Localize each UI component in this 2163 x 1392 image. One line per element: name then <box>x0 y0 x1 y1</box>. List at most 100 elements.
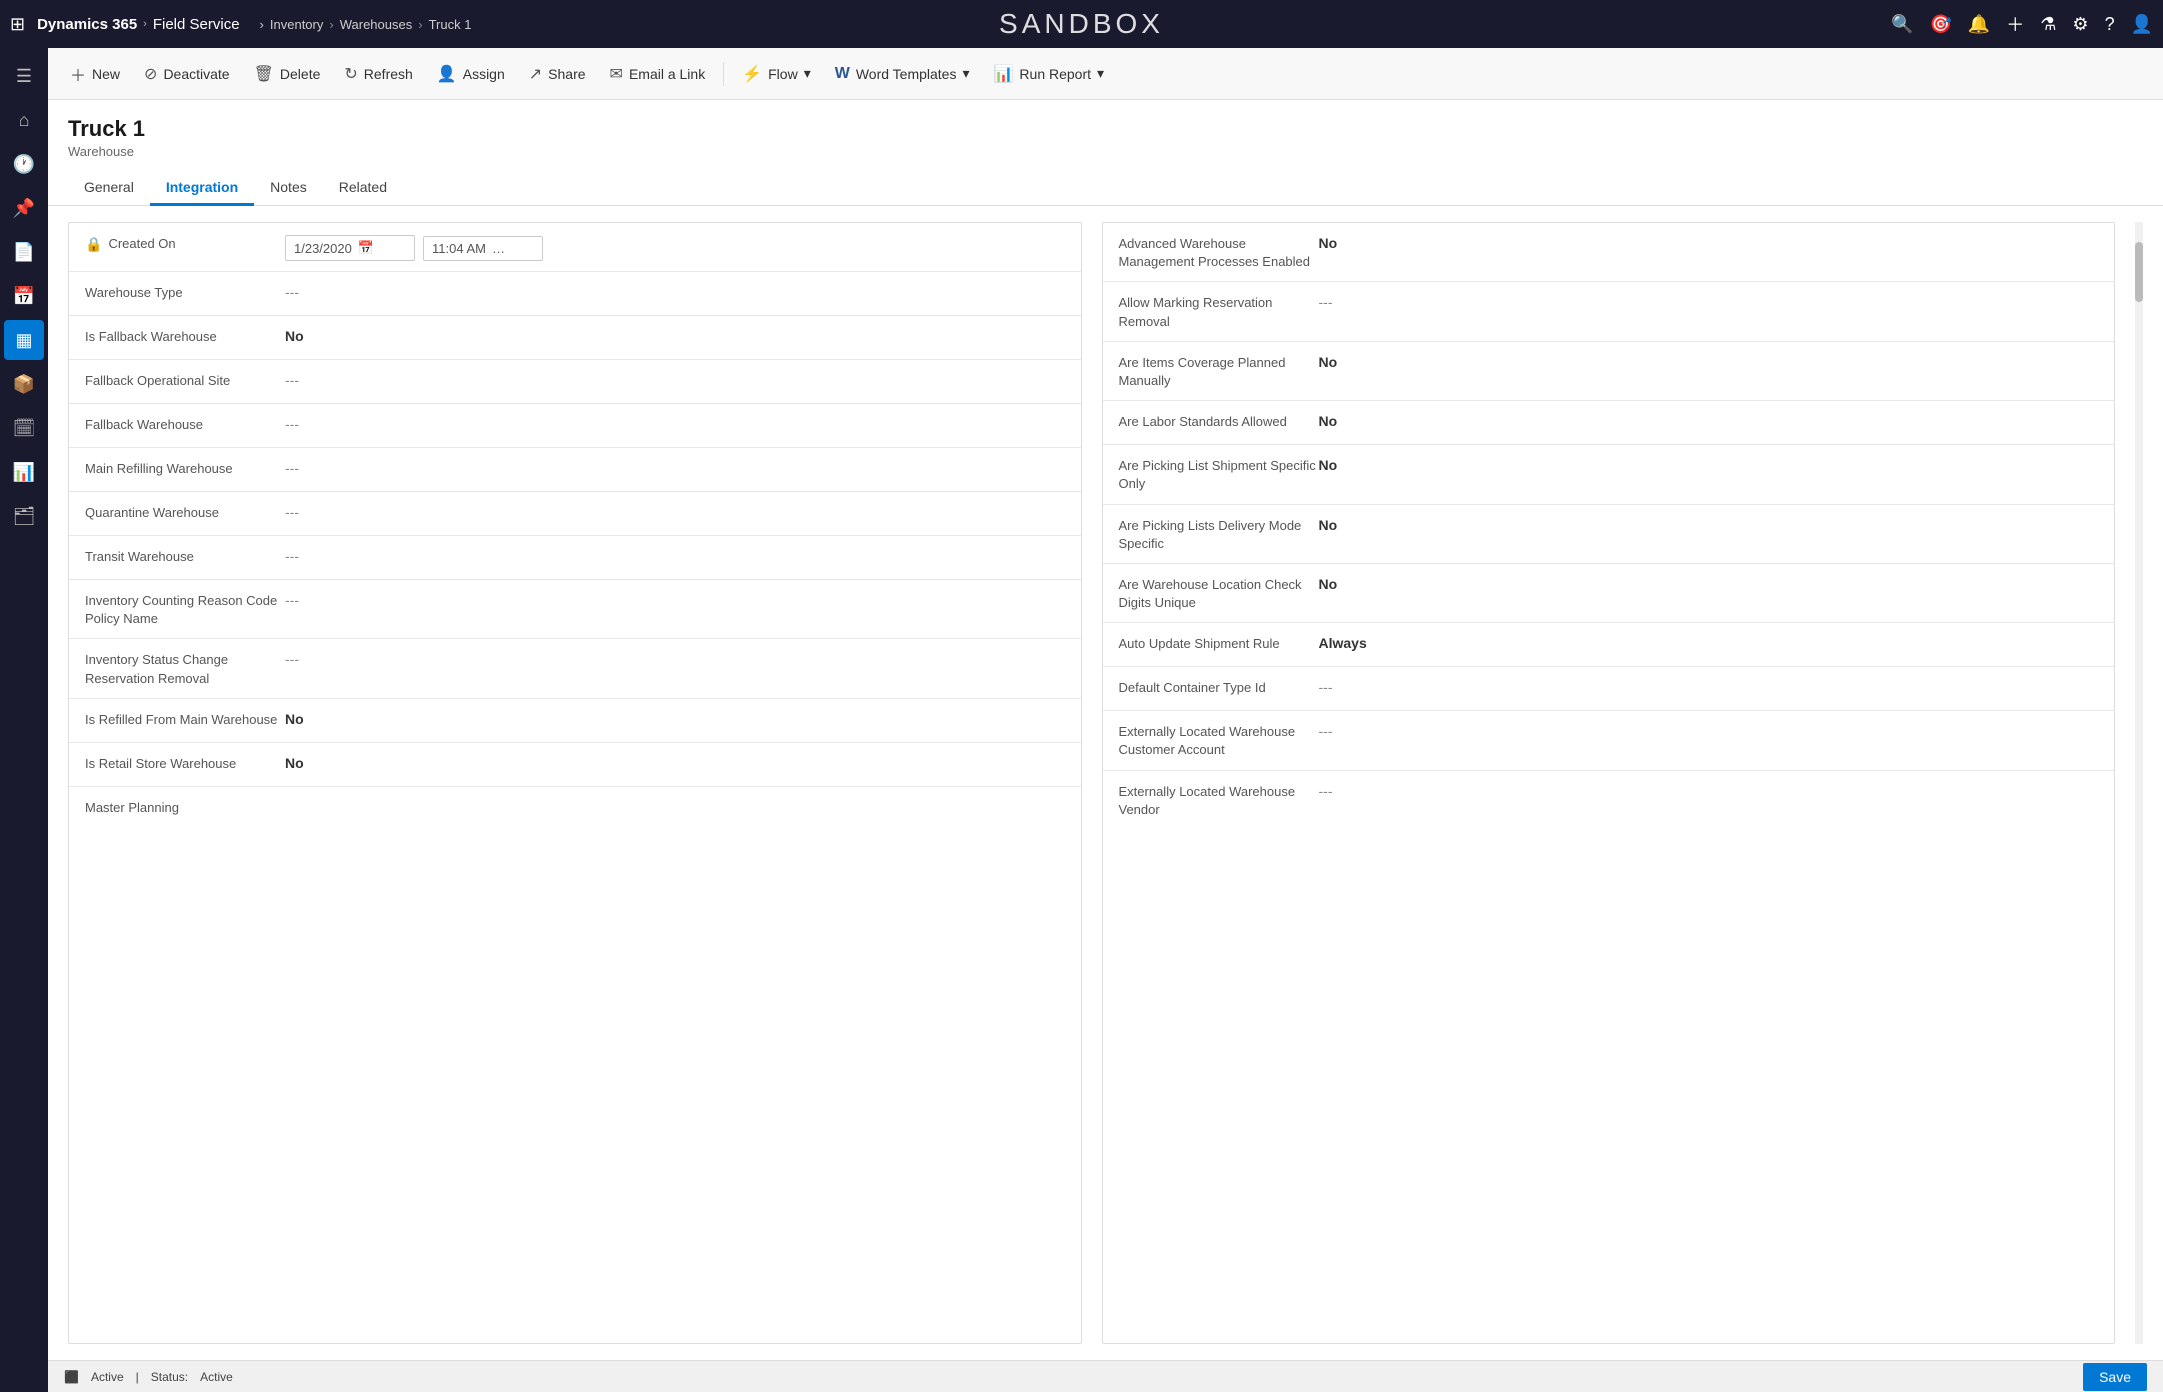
form-row-ext-vendor: Externally Located Warehouse Vendor --- <box>1103 771 2115 829</box>
new-button[interactable]: ＋ New <box>60 56 130 92</box>
sidebar-item-recent[interactable]: 🕐 <box>4 144 44 184</box>
label-warehouse-location: Are Warehouse Location Check Digits Uniq… <box>1119 574 1319 612</box>
run-report-icon: 📊 <box>994 64 1014 84</box>
save-button[interactable]: Save <box>2083 1363 2147 1391</box>
sidebar-item-analytics[interactable]: 📊 <box>4 452 44 492</box>
target-icon[interactable]: 🎯 <box>1929 14 1951 35</box>
grid-icon[interactable]: ⊞ <box>10 14 25 35</box>
word-templates-icon: W <box>835 65 850 83</box>
word-templates-button[interactable]: W Word Templates ▾ <box>825 59 980 89</box>
tab-integration[interactable]: Integration <box>150 171 254 206</box>
label-warehouse-type: Warehouse Type <box>85 282 285 302</box>
bell-icon[interactable]: 🔔 <box>1968 14 1990 35</box>
value-warehouse-type: --- <box>285 282 1065 300</box>
refresh-button[interactable]: ↻ Refresh <box>334 58 422 90</box>
time-more-icon: … <box>492 241 505 256</box>
form-row-inv-status: Inventory Status Change Reservation Remo… <box>69 639 1081 698</box>
form-row-fallback-warehouse: Fallback Warehouse --- <box>69 404 1081 448</box>
sidebar-item-menu[interactable]: ☰ <box>4 56 44 96</box>
value-is-fallback: No <box>285 326 1065 344</box>
bc-sep-1: › <box>260 17 264 32</box>
label-fallback-warehouse: Fallback Warehouse <box>85 414 285 434</box>
run-report-button[interactable]: 📊 Run Report ▾ <box>984 58 1115 90</box>
value-ext-vendor: --- <box>1319 781 2099 799</box>
email-link-button[interactable]: ✉ Email a Link <box>600 58 716 90</box>
status-icon: ⬛ <box>64 1370 79 1384</box>
label-transit: Transit Warehouse <box>85 546 285 566</box>
value-default-container: --- <box>1319 677 2099 695</box>
sidebar-item-docs[interactable]: 📄 <box>4 232 44 272</box>
settings-icon[interactable]: ⚙ <box>2072 14 2088 35</box>
status-bar-left: ⬛ Active | Status: Active <box>64 1370 233 1384</box>
flow-label: Flow <box>768 66 798 82</box>
refresh-icon: ↻ <box>344 64 357 84</box>
brand-label[interactable]: Dynamics 365 <box>37 16 137 33</box>
value-adv-warehouse: No <box>1319 233 2099 251</box>
label-allow-marking: Allow Marking Reservation Removal <box>1119 292 1319 330</box>
bc-truck1[interactable]: Truck 1 <box>429 17 472 32</box>
new-icon: ＋ <box>70 62 86 86</box>
label-is-retail: Is Retail Store Warehouse <box>85 753 285 773</box>
assign-button[interactable]: 👤 Assign <box>427 58 515 90</box>
value-warehouse-location: No <box>1319 574 2099 592</box>
bc-inventory[interactable]: Inventory <box>270 17 323 32</box>
delete-button[interactable]: 🗑 Delete <box>244 58 331 90</box>
form-row-labor-standards: Are Labor Standards Allowed No <box>1103 401 2115 445</box>
search-icon[interactable]: 🔍 <box>1891 14 1913 35</box>
label-auto-update: Auto Update Shipment Rule <box>1119 633 1319 653</box>
time-input[interactable]: 11:04 AM … <box>423 236 543 261</box>
assign-icon: 👤 <box>437 64 457 84</box>
bc-warehouses[interactable]: Warehouses <box>340 17 413 32</box>
value-labor-standards: No <box>1319 411 2099 429</box>
tab-notes[interactable]: Notes <box>254 171 323 206</box>
label-labor-standards: Are Labor Standards Allowed <box>1119 411 1319 431</box>
sidebar-item-home[interactable]: ⌂ <box>4 100 44 140</box>
sidebar-item-inventory[interactable]: ▦ <box>4 320 44 360</box>
value-main-refilling: --- <box>285 458 1065 476</box>
user-icon[interactable]: 👤 <box>2131 14 2153 35</box>
delete-label: Delete <box>280 66 320 82</box>
deactivate-icon: ⊘ <box>144 64 157 84</box>
new-label: New <box>92 66 120 82</box>
status-active-label: Active <box>91 1370 124 1384</box>
label-picking-delivery: Are Picking Lists Delivery Mode Specific <box>1119 515 1319 553</box>
sidebar-item-pinned[interactable]: 📌 <box>4 188 44 228</box>
share-label: Share <box>548 66 585 82</box>
value-allow-marking: --- <box>1319 292 2099 310</box>
sidebar-item-box[interactable]: 📦 <box>4 364 44 404</box>
right-form-panel: Advanced Warehouse Management Processes … <box>1102 222 2116 1344</box>
form-row-adv-warehouse: Advanced Warehouse Management Processes … <box>1103 223 2115 282</box>
scrollbar-thumb[interactable] <box>2135 242 2143 302</box>
value-inv-status: --- <box>285 649 1065 667</box>
label-quarantine: Quarantine Warehouse <box>85 502 285 522</box>
flow-button[interactable]: ⚡ Flow ▾ <box>732 58 821 90</box>
command-bar: ＋ New ⊘ Deactivate 🗑 Delete ↻ Refresh 👤 … <box>48 48 2163 100</box>
sidebar: ☰ ⌂ 🕐 📌 📄 📅 ▦ 📦 🗓 📊 🗂 <box>0 48 48 1392</box>
sidebar-item-schedule[interactable]: 🗓 <box>4 408 44 448</box>
label-inv-status: Inventory Status Change Reservation Remo… <box>85 649 285 687</box>
word-templates-chevron: ▾ <box>962 65 969 82</box>
label-ext-vendor: Externally Located Warehouse Vendor <box>1119 781 1319 819</box>
sidebar-item-calendar[interactable]: 📅 <box>4 276 44 316</box>
deactivate-button[interactable]: ⊘ Deactivate <box>134 58 240 90</box>
form-row-master-planning: Master Planning <box>69 787 1081 831</box>
tab-bar: General Integration Notes Related <box>48 171 2163 206</box>
date-input[interactable]: 1/23/2020 📅 <box>285 235 415 261</box>
calendar-icon[interactable]: 📅 <box>358 240 374 256</box>
right-scrollbar[interactable] <box>2135 222 2143 1344</box>
value-transit: --- <box>285 546 1065 564</box>
sandbox-label: SANDBOX <box>999 8 1164 40</box>
form-row-auto-update: Auto Update Shipment Rule Always <box>1103 623 2115 667</box>
filter-icon[interactable]: ⚗ <box>2040 14 2056 35</box>
share-button[interactable]: ↗ Share <box>519 58 596 90</box>
tab-general[interactable]: General <box>68 171 150 206</box>
app-label[interactable]: Field Service <box>153 16 240 33</box>
tab-related[interactable]: Related <box>323 171 403 206</box>
flow-icon: ⚡ <box>742 64 762 84</box>
sidebar-item-records[interactable]: 🗂 <box>4 496 44 536</box>
plus-icon[interactable]: ＋ <box>2006 11 2024 37</box>
page-header: Truck 1 Warehouse <box>48 100 2163 159</box>
help-icon[interactable]: ? <box>2105 14 2115 35</box>
form-row-default-container: Default Container Type Id --- <box>1103 667 2115 711</box>
form-row-is-fallback: Is Fallback Warehouse No <box>69 316 1081 360</box>
